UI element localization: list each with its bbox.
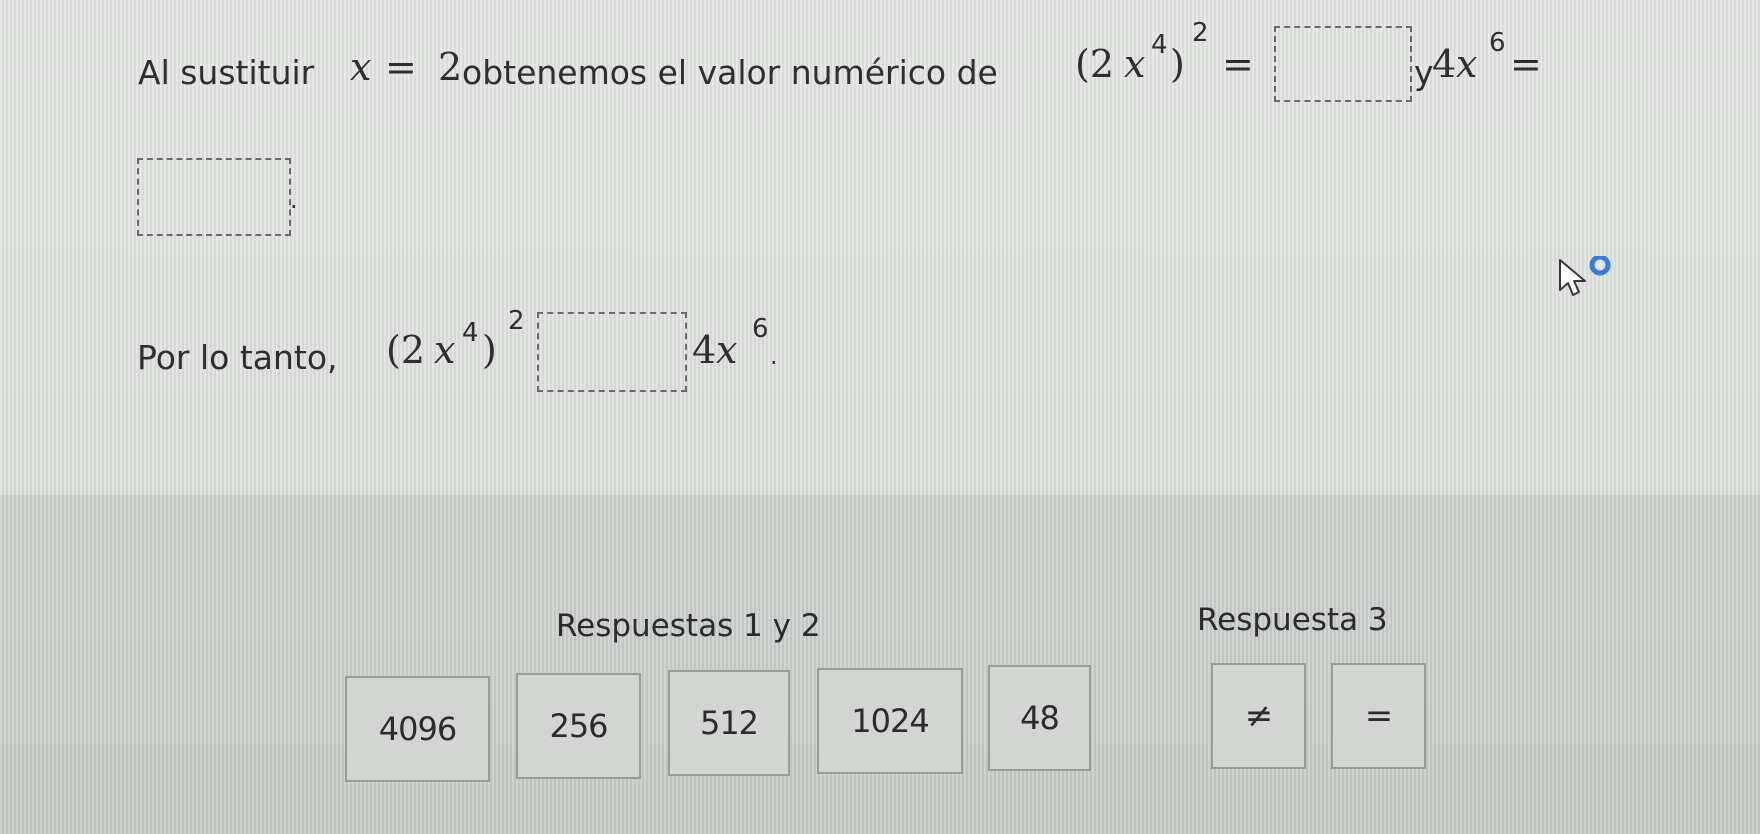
conclusion-expr1-open: (2 (386, 328, 426, 372)
answer-tile-512[interactable]: 512 (668, 670, 790, 776)
question-expr1-outer-exp: 2 (1192, 18, 1209, 48)
answer-bank-area (0, 495, 1760, 834)
answer-tile-equal[interactable]: = (1331, 663, 1426, 769)
question-connector: y (1414, 53, 1434, 92)
conclusion-expr1-close: ) (482, 328, 497, 372)
answer-dropzone-1[interactable] (1274, 26, 1412, 102)
conclusion-expr2-coef: 4 (692, 328, 717, 372)
question-expr2-coef: 4 (1432, 42, 1457, 86)
answer-tile-48[interactable]: 48 (988, 665, 1091, 771)
question-expr2-eq: = (1510, 42, 1542, 86)
question-var-x: x (350, 45, 372, 89)
conclusion-intro-text: Por lo tanto, (137, 338, 338, 377)
conclusion-expr1-exp: 4 (462, 318, 479, 348)
question-expr1-eq: = (1222, 42, 1254, 86)
conclusion-expr1-var: x (434, 328, 456, 372)
question-expr2-var: x (1456, 42, 1478, 86)
conclusion-period: . (770, 342, 778, 370)
question-equals: = (385, 45, 417, 89)
answer-tile-4096[interactable]: 4096 (345, 676, 490, 782)
question-expr1-open: (2 (1075, 42, 1115, 86)
question-period: . (290, 186, 298, 214)
answer-tile-256[interactable]: 256 (516, 673, 641, 779)
question-middle-text: obtenemos el valor numérico de (462, 53, 998, 92)
conclusion-expr2-var: x (716, 328, 738, 372)
loading-ring-icon (1589, 256, 1611, 276)
question-intro-text: Al sustituir (138, 53, 315, 92)
question-expr1-exp: 4 (1151, 30, 1168, 60)
question-expr1-close: ) (1170, 42, 1185, 86)
question-expr1-var: x (1124, 42, 1146, 86)
question-value: 2 (438, 45, 463, 89)
answer-tile-not-equal[interactable]: ≠ (1211, 663, 1306, 769)
answers-group2-title: Respuesta 3 (1197, 602, 1388, 638)
conclusion-expr2-exp: 6 (752, 314, 769, 344)
answer-tile-1024[interactable]: 1024 (817, 668, 963, 774)
answer-dropzone-3[interactable] (537, 312, 687, 392)
question-expr2-exp: 6 (1489, 28, 1506, 58)
answers-group1-title: Respuestas 1 y 2 (556, 608, 821, 644)
answer-dropzone-2[interactable] (137, 158, 291, 236)
conclusion-expr1-outer-exp: 2 (508, 306, 525, 336)
mouse-pointer-icon (1559, 256, 1611, 296)
